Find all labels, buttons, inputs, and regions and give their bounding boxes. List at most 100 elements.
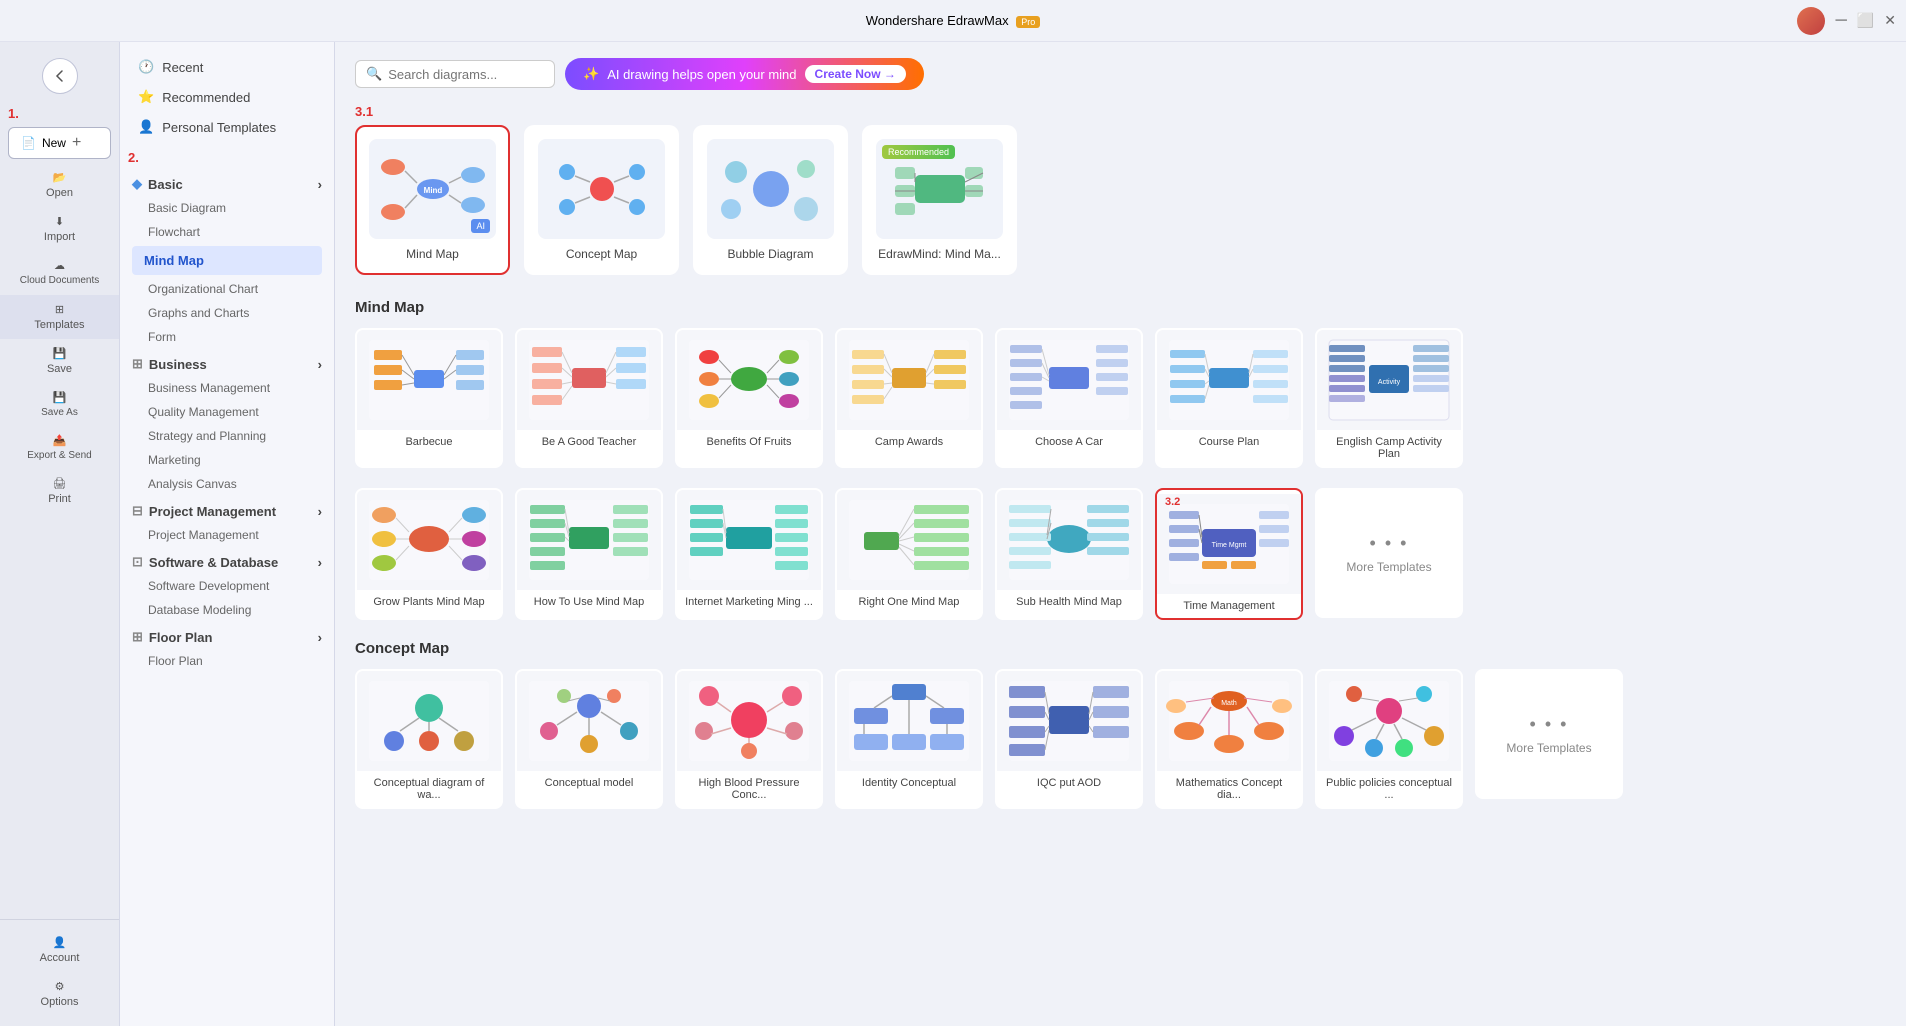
sidebar-category-basic[interactable]: ◆ Basic › <box>120 169 334 196</box>
sidebar-item-recommended[interactable]: ⭐ Recommended <box>120 82 334 112</box>
sidebar-item-graphs[interactable]: Graphs and Charts <box>120 301 334 325</box>
save-nav-item[interactable]: 💾 Save <box>0 339 119 383</box>
cloud-nav-item[interactable]: ☁ Cloud Documents <box>0 251 119 295</box>
ai-badge: AI <box>471 219 490 233</box>
sidebar-item-form[interactable]: Form <box>120 325 334 349</box>
camp-awards-label: Camp Awards <box>837 430 981 454</box>
more-concept-card[interactable]: • • • More Templates <box>1475 669 1623 799</box>
sidebar-item-mindmap[interactable]: Mind Map <box>132 246 322 275</box>
benefits-fruits-thumb <box>677 330 821 430</box>
mindmap-cards-grid-2: Grow Plants Mind Map <box>355 488 1623 620</box>
sidebar-item-software-dev[interactable]: Software Development <box>120 574 334 598</box>
tmpl-card-camp-awards[interactable]: Camp Awards <box>835 328 983 468</box>
tmpl-card-good-teacher[interactable]: Be A Good Teacher <box>515 328 663 468</box>
sidebar-item-marketing[interactable]: Marketing <box>120 448 334 472</box>
course-plan-thumb <box>1157 330 1301 430</box>
tmpl-card-how-to-use[interactable]: How To Use Mind Map <box>515 488 663 620</box>
tmpl-card-internet-mktg[interactable]: Internet Marketing Ming ... <box>675 488 823 620</box>
top-card-mindmap[interactable]: Mind AI Mind Map <box>355 125 510 275</box>
sidebar-category-floor[interactable]: ⊞ Floor Plan › <box>120 622 334 649</box>
app-header: Wondershare EdrawMax Pro ─ ⬜ ✕ <box>0 0 1906 42</box>
sidebar-item-biz-mgmt[interactable]: Business Management <box>120 376 334 400</box>
app-title: Wondershare EdrawMax Pro <box>866 13 1040 28</box>
tmpl-card-conceptual-diagram[interactable]: Conceptual diagram of wa... <box>355 669 503 809</box>
import-nav-item[interactable]: ⬇ Import <box>0 207 119 251</box>
create-now-button[interactable]: Create Now → <box>805 65 906 83</box>
sidebar-item-floor-plan[interactable]: Floor Plan <box>120 649 334 673</box>
sidebar-item-org-chart[interactable]: Organizational Chart <box>120 277 334 301</box>
tmpl-card-sub-health[interactable]: Sub Health Mind Map <box>995 488 1143 620</box>
save-as-icon: 💾 <box>53 391 67 404</box>
tmpl-card-math-concept[interactable]: Math Mathematics Concept dia... <box>1155 669 1303 809</box>
chevron-down-icon-proj: › <box>318 504 322 519</box>
tmpl-card-time-mgmt[interactable]: 3.2 Time Mgmt <box>1155 488 1303 620</box>
sidebar-item-project-mgmt[interactable]: Project Management <box>120 523 334 547</box>
sidebar-category-software[interactable]: ⊡ Software & Database › <box>120 547 334 574</box>
sidebar-category-project[interactable]: ⊟ Project Management › <box>120 496 334 523</box>
tmpl-card-course-plan[interactable]: Course Plan <box>1155 328 1303 468</box>
search-input[interactable] <box>388 67 538 82</box>
conceptual-model-label: Conceptual model <box>517 771 661 795</box>
sidebar-item-strategy[interactable]: Strategy and Planning <box>120 424 334 448</box>
sidebar-item-db-modeling[interactable]: Database Modeling <box>120 598 334 622</box>
sidebar-category-business[interactable]: ⊞ Business › <box>120 349 334 376</box>
iqc-label: IQC put AOD <box>997 771 1141 795</box>
step31-label: 3.1 <box>355 104 373 119</box>
tmpl-card-public-policies[interactable]: Public policies conceptual ... <box>1315 669 1463 809</box>
svg-text:Math: Math <box>1221 700 1237 707</box>
tmpl-card-grow-plants[interactable]: Grow Plants Mind Map <box>355 488 503 620</box>
tmpl-card-benefits-fruits[interactable]: Benefits Of Fruits <box>675 328 823 468</box>
export-nav-item[interactable]: 📤 Export & Send <box>0 426 119 469</box>
minimize-button[interactable]: ─ <box>1835 12 1846 30</box>
top-card-edrawmind[interactable]: Recommended EdrawM <box>862 125 1017 275</box>
tmpl-card-right-one[interactable]: Right One Mind Map <box>835 488 983 620</box>
ai-sparkle-icon: ✨ <box>583 66 599 82</box>
maximize-button[interactable]: ⬜ <box>1857 12 1874 29</box>
concept-section-title: Concept Map <box>355 640 1623 657</box>
top-diagram-types: Mind AI Mind Map <box>355 125 1623 275</box>
barbecue-label: Barbecue <box>357 430 501 454</box>
sidebar-item-analysis[interactable]: Analysis Canvas <box>120 472 334 496</box>
open-nav-item[interactable]: 📂 Open <box>0 163 119 207</box>
sidebar-item-flowchart[interactable]: Flowchart <box>120 220 334 244</box>
sidebar-item-personal[interactable]: 👤 Personal Templates <box>120 112 334 142</box>
tmpl-card-conceptual-model[interactable]: Conceptual model <box>515 669 663 809</box>
search-bar: 🔍 ✨ AI drawing helps open your mind Crea… <box>355 58 1623 90</box>
camp-awards-thumb <box>837 330 981 430</box>
more-mindmap-card[interactable]: • • • More Templates <box>1315 488 1463 618</box>
step1-label: 1. <box>8 106 19 121</box>
internet-mktg-label: Internet Marketing Ming ... <box>677 590 821 614</box>
account-nav-item[interactable]: 👤 Account <box>0 928 119 972</box>
templates-nav-item[interactable]: ⊞ Templates <box>0 295 119 339</box>
print-nav-item[interactable]: 🖨 Print <box>0 469 119 513</box>
new-button[interactable]: 📄 New + <box>8 127 111 159</box>
top-card-bubble[interactable]: Bubble Diagram <box>693 125 848 275</box>
tmpl-card-english-camp[interactable]: Activity English Camp Activit <box>1315 328 1463 468</box>
save-as-nav-item[interactable]: 💾 Save As <box>0 383 119 426</box>
close-button[interactable]: ✕ <box>1884 12 1896 29</box>
math-concept-label: Mathematics Concept dia... <box>1157 771 1301 807</box>
software-icon: ⊡ <box>132 554 143 570</box>
sidebar-item-recent[interactable]: 🕐 Recent <box>120 52 334 82</box>
tmpl-card-identity[interactable]: Identity Conceptual <box>835 669 983 809</box>
mindmap-card-label: Mind Map <box>369 247 496 261</box>
public-policies-label: Public policies conceptual ... <box>1317 771 1461 807</box>
tmpl-card-iqc[interactable]: IQC put AOD <box>995 669 1143 809</box>
tmpl-card-high-blood[interactable]: High Blood Pressure Conc... <box>675 669 823 809</box>
top-card-concept[interactable]: Concept Map <box>524 125 679 275</box>
user-avatar[interactable] <box>1797 7 1825 35</box>
sidebar-item-basic-diagram[interactable]: Basic Diagram <box>120 196 334 220</box>
edrawmind-thumb: Recommended <box>876 139 1003 239</box>
pro-badge: Pro <box>1016 16 1040 28</box>
tmpl-card-barbecue[interactable]: Barbecue <box>355 328 503 468</box>
recent-icon: 🕐 <box>138 59 154 75</box>
math-concept-thumb: Math <box>1157 671 1301 771</box>
options-nav-item[interactable]: ⚙ Options <box>0 972 119 1016</box>
conceptual-diagram-label: Conceptual diagram of wa... <box>357 771 501 807</box>
back-button[interactable] <box>42 58 78 94</box>
svg-text:Time Mgmt: Time Mgmt <box>1212 542 1247 549</box>
bubble-card-label: Bubble Diagram <box>707 247 834 261</box>
tmpl-card-choose-car[interactable]: Choose A Car <box>995 328 1143 468</box>
sidebar-item-quality[interactable]: Quality Management <box>120 400 334 424</box>
ai-banner[interactable]: ✨ AI drawing helps open your mind Create… <box>565 58 924 90</box>
